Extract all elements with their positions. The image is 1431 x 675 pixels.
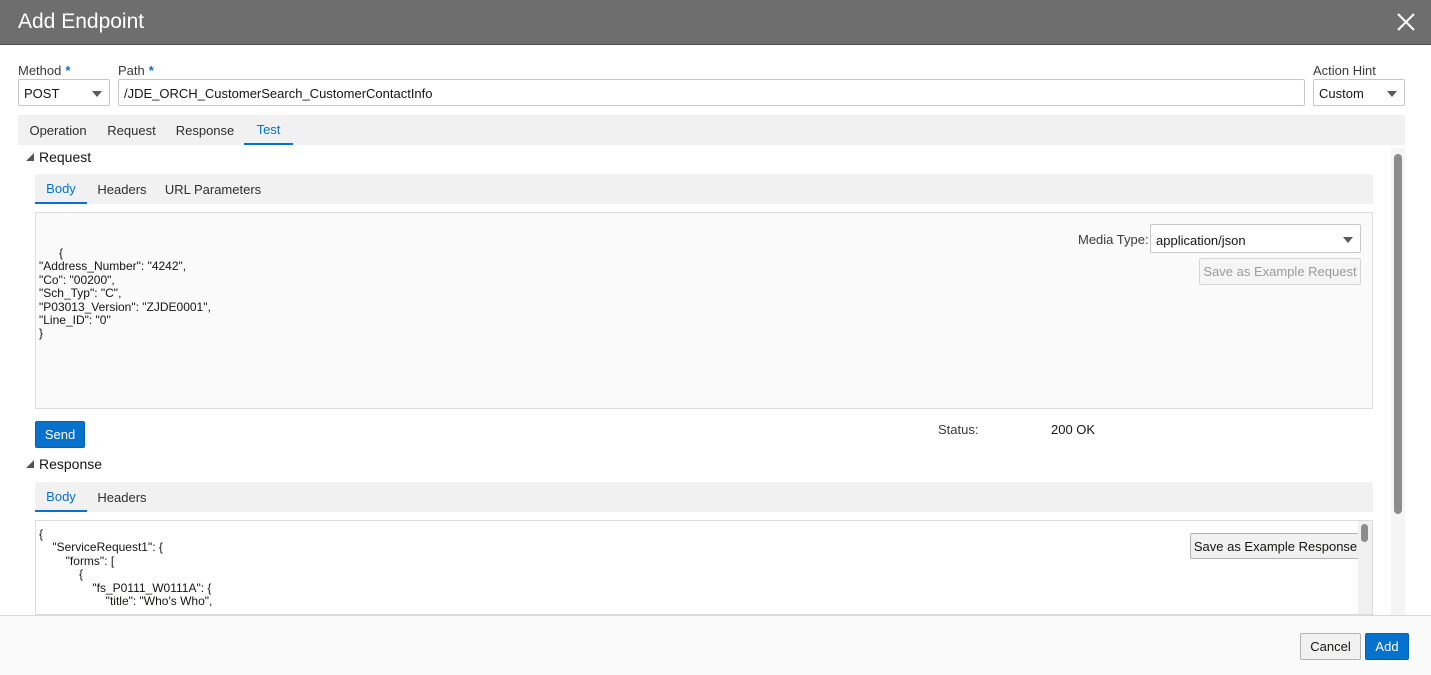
request-body-panel: { "Address_Number": "4242", "Co": "00200… bbox=[35, 212, 1373, 409]
action-hint-label: Action Hint bbox=[1313, 63, 1376, 78]
response-tabbar: Body Headers bbox=[35, 482, 1373, 512]
media-type-select[interactable]: application/json bbox=[1150, 224, 1361, 253]
path-label: Path * bbox=[118, 63, 154, 78]
required-mark: * bbox=[148, 63, 154, 78]
request-section-header[interactable]: Request bbox=[26, 149, 91, 165]
action-hint-select[interactable]: Custom bbox=[1313, 79, 1405, 106]
chevron-down-icon bbox=[1387, 91, 1397, 97]
response-body-panel: { "ServiceRequest1": { "forms": [ { "fs_… bbox=[35, 520, 1373, 615]
chevron-down-icon bbox=[92, 91, 102, 97]
method-value: POST bbox=[24, 86, 60, 101]
add-button[interactable]: Add bbox=[1365, 633, 1409, 660]
save-example-response-button[interactable]: Save as Example Response bbox=[1190, 533, 1361, 559]
path-input[interactable]: /JDE_ORCH_CustomerSearch_CustomerContact… bbox=[118, 79, 1305, 106]
close-icon[interactable] bbox=[1395, 11, 1417, 33]
main-scrollbar-thumb[interactable] bbox=[1394, 154, 1402, 514]
status-value: 200 OK bbox=[1051, 422, 1096, 437]
send-button[interactable]: Send bbox=[35, 421, 85, 448]
tab-test[interactable]: Test bbox=[244, 115, 293, 145]
dialog-title: Add Endpoint bbox=[18, 10, 145, 33]
collapse-triangle-icon bbox=[26, 153, 34, 161]
tab-request[interactable]: Request bbox=[98, 115, 165, 145]
chevron-down-icon bbox=[1343, 237, 1353, 243]
media-type-value: application/json bbox=[1156, 233, 1246, 248]
response-tab-body[interactable]: Body bbox=[35, 482, 87, 512]
required-mark: * bbox=[65, 63, 71, 78]
response-tab-headers[interactable]: Headers bbox=[87, 482, 157, 512]
response-section-header[interactable]: Response bbox=[26, 456, 102, 472]
response-scrollbar[interactable] bbox=[1358, 521, 1372, 614]
media-type-label: Media Type: bbox=[1078, 232, 1149, 247]
status-label: Status: bbox=[938, 422, 979, 437]
tab-operation[interactable]: Operation bbox=[18, 115, 98, 145]
main-scrollbar[interactable] bbox=[1391, 148, 1405, 615]
request-tab-url-parameters[interactable]: URL Parameters bbox=[157, 174, 269, 204]
main-tabbar: Operation Request Response Test bbox=[18, 115, 1405, 145]
method-select[interactable]: POST bbox=[18, 79, 110, 106]
dialog-footer: Cancel Add bbox=[0, 615, 1431, 675]
request-heading: Request bbox=[39, 149, 92, 165]
method-label: Method * bbox=[18, 63, 71, 78]
request-tab-body[interactable]: Body bbox=[35, 174, 87, 204]
tab-response[interactable]: Response bbox=[165, 115, 245, 145]
dialog-titlebar: Add Endpoint bbox=[0, 0, 1431, 45]
response-scrollbar-thumb[interactable] bbox=[1361, 524, 1368, 542]
save-example-request-button[interactable]: Save as Example Request bbox=[1199, 258, 1361, 285]
cancel-button[interactable]: Cancel bbox=[1300, 633, 1361, 660]
request-tabbar: Body Headers URL Parameters bbox=[35, 174, 1373, 204]
response-body-editor[interactable]: { "ServiceRequest1": { "forms": [ { "fs_… bbox=[39, 527, 212, 608]
request-tab-headers[interactable]: Headers bbox=[87, 174, 157, 204]
request-body-editor[interactable]: { "Address_Number": "4242", "Co": "00200… bbox=[39, 246, 211, 341]
action-hint-value: Custom bbox=[1319, 86, 1364, 101]
response-heading: Response bbox=[39, 456, 103, 472]
collapse-triangle-icon bbox=[26, 460, 34, 468]
